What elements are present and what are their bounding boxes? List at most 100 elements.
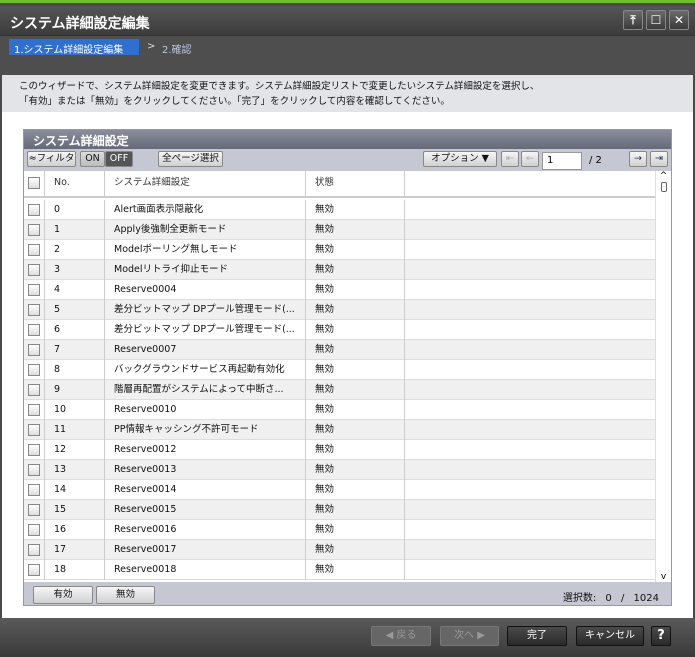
row-checkbox[interactable] [28,503,40,516]
row-checkbox[interactable] [28,423,40,436]
row-state: 無効 [306,320,405,340]
table-row[interactable]: 16 Reserve0016 無効 [24,520,655,540]
row-no: 18 [45,560,105,580]
filter-button[interactable]: ≈フィルタ [27,151,76,167]
bottom-bar: ◀ 戻る 次へ ▶ 完了 キャンセル ? [0,618,695,657]
row-setting-name: Reserve0013 [105,460,306,480]
settings-panel: システム詳細設定 ≈フィルタ ON OFF 全ページ選択 オプション ▼ ⇤ ←… [23,129,672,606]
row-setting-name: Apply後強制全更新モード [105,220,306,240]
table-row[interactable]: 1 Apply後強制全更新モード 無効 [24,220,655,240]
row-checkbox[interactable] [28,443,40,456]
scrollbar[interactable]: ^ v [655,171,671,582]
table-row[interactable]: 5 差分ビットマップ DPプール管理モード(... 無効 [24,300,655,320]
description-line: 「有効」または「無効」をクリックしてください。「完了」をクリックして内容を確認し… [19,96,450,107]
table-row[interactable]: 11 PP情報キャッシング不許可モード 無効 [24,420,655,440]
row-state: 無効 [306,340,405,360]
description: このウィザードで、システム詳細設定を変更できます。システム詳細設定リストで変更し… [2,75,693,112]
disable-button[interactable]: 無効 [96,586,155,604]
row-no: 5 [45,300,105,320]
row-state: 無効 [306,460,405,480]
table-row[interactable]: 7 Reserve0007 無効 [24,340,655,360]
options-dropdown[interactable]: オプション ▼ [423,151,497,167]
table-row[interactable]: 15 Reserve0015 無効 [24,500,655,520]
row-setting-name: Reserve0015 [105,500,306,520]
wizard-steps: 1.システム詳細設定編集 > 2.確認 [0,35,695,75]
back-button[interactable]: ◀ 戻る [371,626,431,646]
row-checkbox[interactable] [28,543,40,556]
table-row[interactable]: 6 差分ビットマップ DPプール管理モード(... 無効 [24,320,655,340]
table-row[interactable]: 12 Reserve0012 無効 [24,440,655,460]
cancel-button[interactable]: キャンセル [576,626,644,646]
select-all-pages-button[interactable]: 全ページ選択 [158,151,223,167]
row-no: 12 [45,440,105,460]
select-all-checkbox[interactable] [28,176,40,189]
close-button[interactable]: ✕ [669,10,689,30]
row-checkbox[interactable] [28,463,40,476]
row-checkbox[interactable] [28,283,40,296]
row-checkbox[interactable] [28,203,40,216]
row-checkbox[interactable] [28,383,40,396]
table-row[interactable]: 3 Modelリトライ抑止モード 無効 [24,260,655,280]
table-row[interactable]: 0 Alert画面表示隠蔽化 無効 [24,200,655,220]
table-row[interactable]: 9 階層再配置がシステムによって中断さ... 無効 [24,380,655,400]
row-checkbox-cell [24,440,45,460]
table-row[interactable]: 2 Modelポーリング無しモード 無効 [24,240,655,260]
pin-button[interactable]: ⤒ [623,10,643,30]
row-setting-name: Alert画面表示隠蔽化 [105,200,306,220]
filter-off-toggle[interactable]: OFF [105,151,133,167]
table-header: No. システム詳細設定 状態 [24,171,655,198]
row-checkbox[interactable] [28,563,40,576]
filter-on-toggle[interactable]: ON [80,151,105,167]
row-checkbox[interactable] [28,303,40,316]
help-button[interactable]: ? [651,626,671,646]
row-checkbox[interactable] [28,243,40,256]
table-row[interactable]: 14 Reserve0014 無効 [24,480,655,500]
row-checkbox-cell [24,360,45,380]
dialog-window: システム詳細設定編集 ⤒ ☐ ✕ 1.システム詳細設定編集 > 2.確認 このウ… [0,0,695,657]
row-no: 4 [45,280,105,300]
row-checkbox[interactable] [28,523,40,536]
scroll-thumb[interactable] [660,182,667,192]
row-checkbox[interactable] [28,343,40,356]
count-separator: / [620,593,625,604]
enable-button[interactable]: 有効 [33,586,93,604]
last-page-icon[interactable]: ⇥ [650,151,668,167]
row-checkbox[interactable] [28,403,40,416]
first-page-icon[interactable]: ⇤ [501,151,519,167]
row-checkbox-cell [24,260,45,280]
table-row[interactable]: 8 バックグラウンドサービス再起動有効化 無効 [24,360,655,380]
scroll-up-icon[interactable]: ^ [656,171,671,181]
row-checkbox[interactable] [28,223,40,236]
row-checkbox[interactable] [28,323,40,336]
row-no: 2 [45,240,105,260]
row-no: 15 [45,500,105,520]
column-setting[interactable]: システム詳細設定 [105,171,306,198]
row-no: 9 [45,380,105,400]
prev-page-icon[interactable]: ← [521,151,539,167]
row-checkbox[interactable] [28,483,40,496]
row-checkbox-cell [24,560,45,580]
maximize-button[interactable]: ☐ [646,10,666,30]
row-checkbox[interactable] [28,363,40,376]
column-no[interactable]: No. [45,171,105,198]
row-state: 無効 [306,220,405,240]
row-state: 無効 [306,480,405,500]
row-checkbox[interactable] [28,263,40,276]
column-state[interactable]: 状態 [306,171,405,198]
row-state: 無効 [306,560,405,580]
table-row[interactable]: 4 Reserve0004 無効 [24,280,655,300]
row-checkbox-cell [24,200,45,220]
next-page-icon[interactable]: → [629,151,647,167]
table-row[interactable]: 18 Reserve0018 無効 [24,560,655,580]
row-setting-name: Reserve0010 [105,400,306,420]
scroll-down-icon[interactable]: v [656,572,671,582]
step-confirm: 2.確認 [162,45,192,56]
table-row[interactable]: 17 Reserve0017 無効 [24,540,655,560]
table-row[interactable]: 10 Reserve0010 無効 [24,400,655,420]
row-setting-name: Reserve0016 [105,520,306,540]
next-button[interactable]: 次へ ▶ [440,626,499,646]
row-setting-name: Reserve0018 [105,560,306,580]
page-input[interactable]: 1 [542,152,582,170]
table-row[interactable]: 13 Reserve0013 無効 [24,460,655,480]
finish-button[interactable]: 完了 [507,626,567,646]
